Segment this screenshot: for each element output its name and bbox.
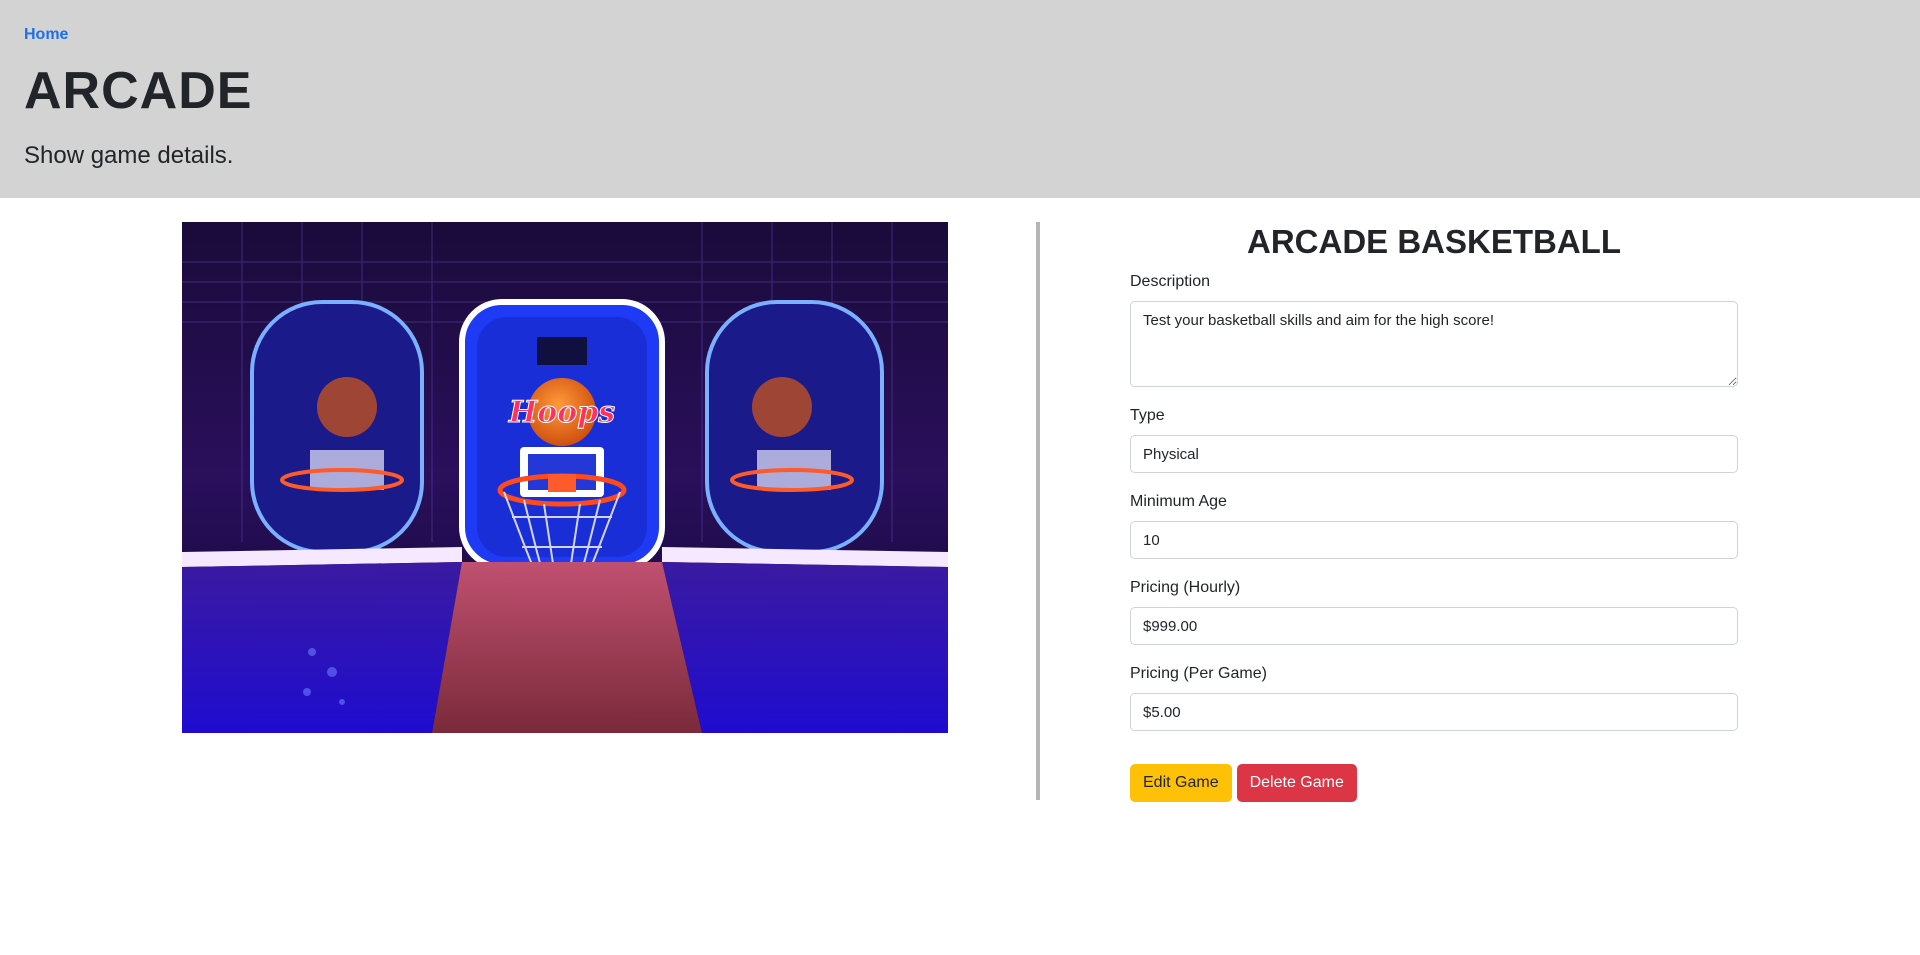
minimum-age-field[interactable] xyxy=(1130,521,1738,559)
page-subtitle: Show game details. xyxy=(24,142,234,169)
description-label: Description xyxy=(1130,273,1211,290)
game-title: ARCADE BASKETBALL xyxy=(1247,223,1621,260)
description-field[interactable]: Test your basketball skills and aim for … xyxy=(1130,301,1738,387)
page-title: ARCADE xyxy=(24,62,253,120)
arcade-basketball-image: Hoops xyxy=(182,222,948,733)
pricing-hourly-field[interactable] xyxy=(1130,607,1738,645)
game-image: Hoops xyxy=(182,222,948,733)
pricing-per-game-field[interactable] xyxy=(1130,693,1738,731)
pricing-per-game-label: Pricing (Per Game) xyxy=(1130,665,1267,682)
game-details-panel: ARCADE BASKETBALL Description Test your … xyxy=(1130,222,1738,802)
vertical-divider xyxy=(1036,222,1040,800)
delete-game-button[interactable]: Delete Game xyxy=(1236,764,1357,802)
pricing-hourly-label: Pricing (Hourly) xyxy=(1130,579,1241,596)
page-header: Home ARCADE Show game details. xyxy=(0,0,1920,198)
action-buttons: Edit Game Delete Game xyxy=(1130,764,1738,802)
type-field[interactable] xyxy=(1130,435,1738,473)
edit-game-button[interactable]: Edit Game xyxy=(1130,764,1232,802)
type-label: Type xyxy=(1130,407,1165,424)
minimum-age-label: Minimum Age xyxy=(1130,493,1227,510)
home-link[interactable]: Home xyxy=(24,26,68,44)
svg-text:Hoops: Hoops xyxy=(508,395,615,430)
